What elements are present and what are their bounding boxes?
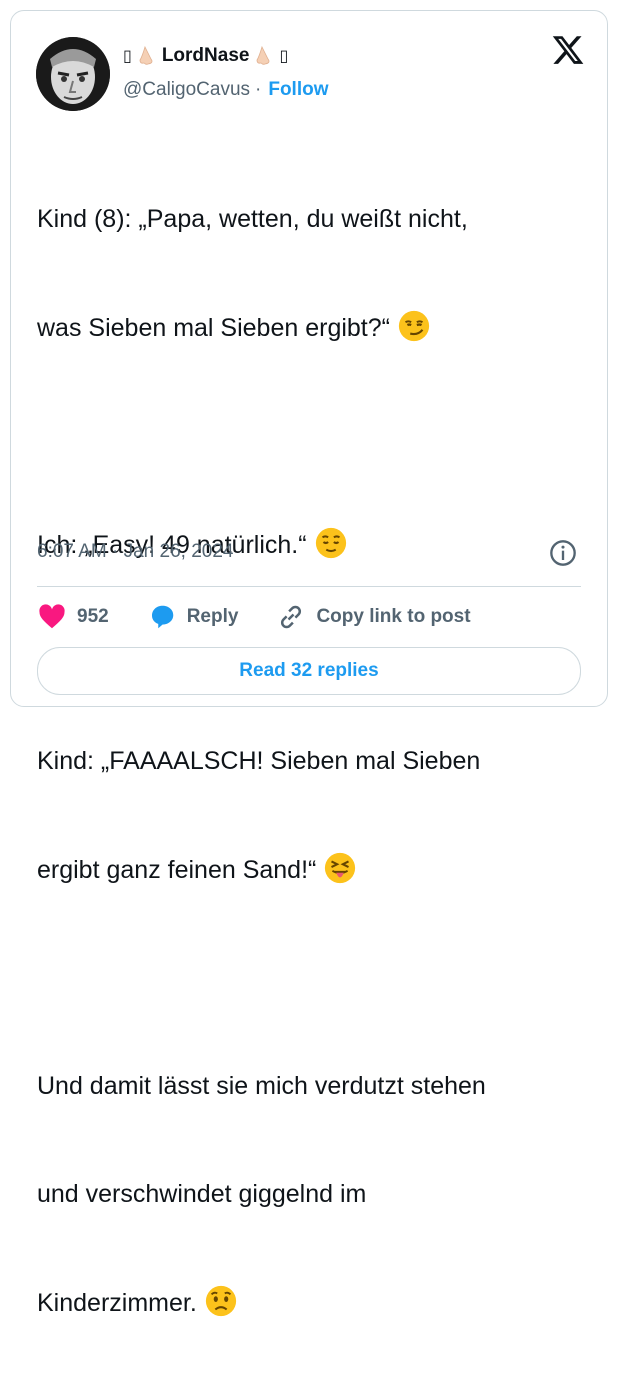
- tweet-card: ▯ LordNase ▯ @CaligoCavus · Follow Kind …: [10, 10, 608, 1317]
- read-replies-label: Read 32 replies: [239, 660, 379, 681]
- tweet-line: Und damit lässt sie mich verdutzt stehen: [37, 1072, 486, 1100]
- copy-link-label: Copy link to post: [316, 606, 471, 627]
- avatar[interactable]: [36, 37, 110, 111]
- like-button[interactable]: 952: [37, 602, 109, 632]
- author-name-row[interactable]: ▯ LordNase ▯: [123, 45, 288, 67]
- name-prefix-glyph: ▯: [123, 48, 132, 65]
- heart-icon: [39, 604, 65, 629]
- worried-face-icon: [205, 1285, 236, 1317]
- info-icon[interactable]: [549, 539, 577, 567]
- tweet-timestamp[interactable]: 6:07 AM · Jan 26, 2024: [37, 541, 233, 563]
- reply-button[interactable]: Reply: [147, 602, 239, 632]
- author-display-name: LordNase: [161, 45, 250, 66]
- read-replies-button[interactable]: Read 32 replies: [37, 647, 581, 695]
- name-suffix-glyph: ▯: [279, 48, 289, 65]
- tweet-line: Kind (8): „Papa, wetten, du weißt nicht,: [37, 205, 468, 233]
- handle-separator: ·: [255, 79, 262, 100]
- reply-label: Reply: [186, 606, 239, 627]
- tweet-line-with-emoji: ergibt ganz feinen Sand!“: [37, 851, 597, 888]
- squinting-face-with-tongue-icon: [325, 852, 356, 884]
- handle-row: @CaligoCavus · Follow: [123, 79, 329, 101]
- copy-link-button[interactable]: Copy link to post: [276, 602, 471, 632]
- link-icon: [281, 605, 302, 629]
- tweet-line: ergibt ganz feinen Sand!“: [37, 856, 317, 884]
- like-count: 952: [77, 606, 109, 627]
- tweet-actions: 952 Reply Copy link to post: [37, 601, 509, 633]
- tweet-line-with-emoji: Kinderzimmer.: [37, 1284, 597, 1321]
- tweet-line: was Sieben mal Sieben ergibt?“: [37, 314, 390, 342]
- reply-bubble-icon: [151, 605, 173, 629]
- tweet-line: Kinderzimmer.: [37, 1289, 197, 1317]
- author-handle[interactable]: @CaligoCavus: [123, 79, 250, 101]
- tweet-line: und verschwindet giggelnd im: [37, 1180, 367, 1208]
- divider: [37, 586, 581, 587]
- tweet-line: [37, 960, 597, 996]
- nose-emoji-icon: [253, 45, 275, 67]
- nose-emoji-icon: [136, 45, 158, 67]
- follow-button[interactable]: Follow: [268, 79, 328, 101]
- relieved-face-icon: [315, 527, 346, 559]
- avatar-image: [36, 37, 110, 111]
- tweet-line: [37, 418, 597, 454]
- smirking-face-icon: [398, 310, 430, 342]
- x-logo-icon[interactable]: [551, 33, 585, 67]
- tweet-line: Kind: „FAAAALSCH! Sieben mal Sieben: [37, 747, 481, 775]
- tweet-text: Kind (8): „Papa, wetten, du weißt nicht,…: [37, 129, 597, 1393]
- tweet-line-with-emoji: was Sieben mal Sieben ergibt?“: [37, 309, 597, 346]
